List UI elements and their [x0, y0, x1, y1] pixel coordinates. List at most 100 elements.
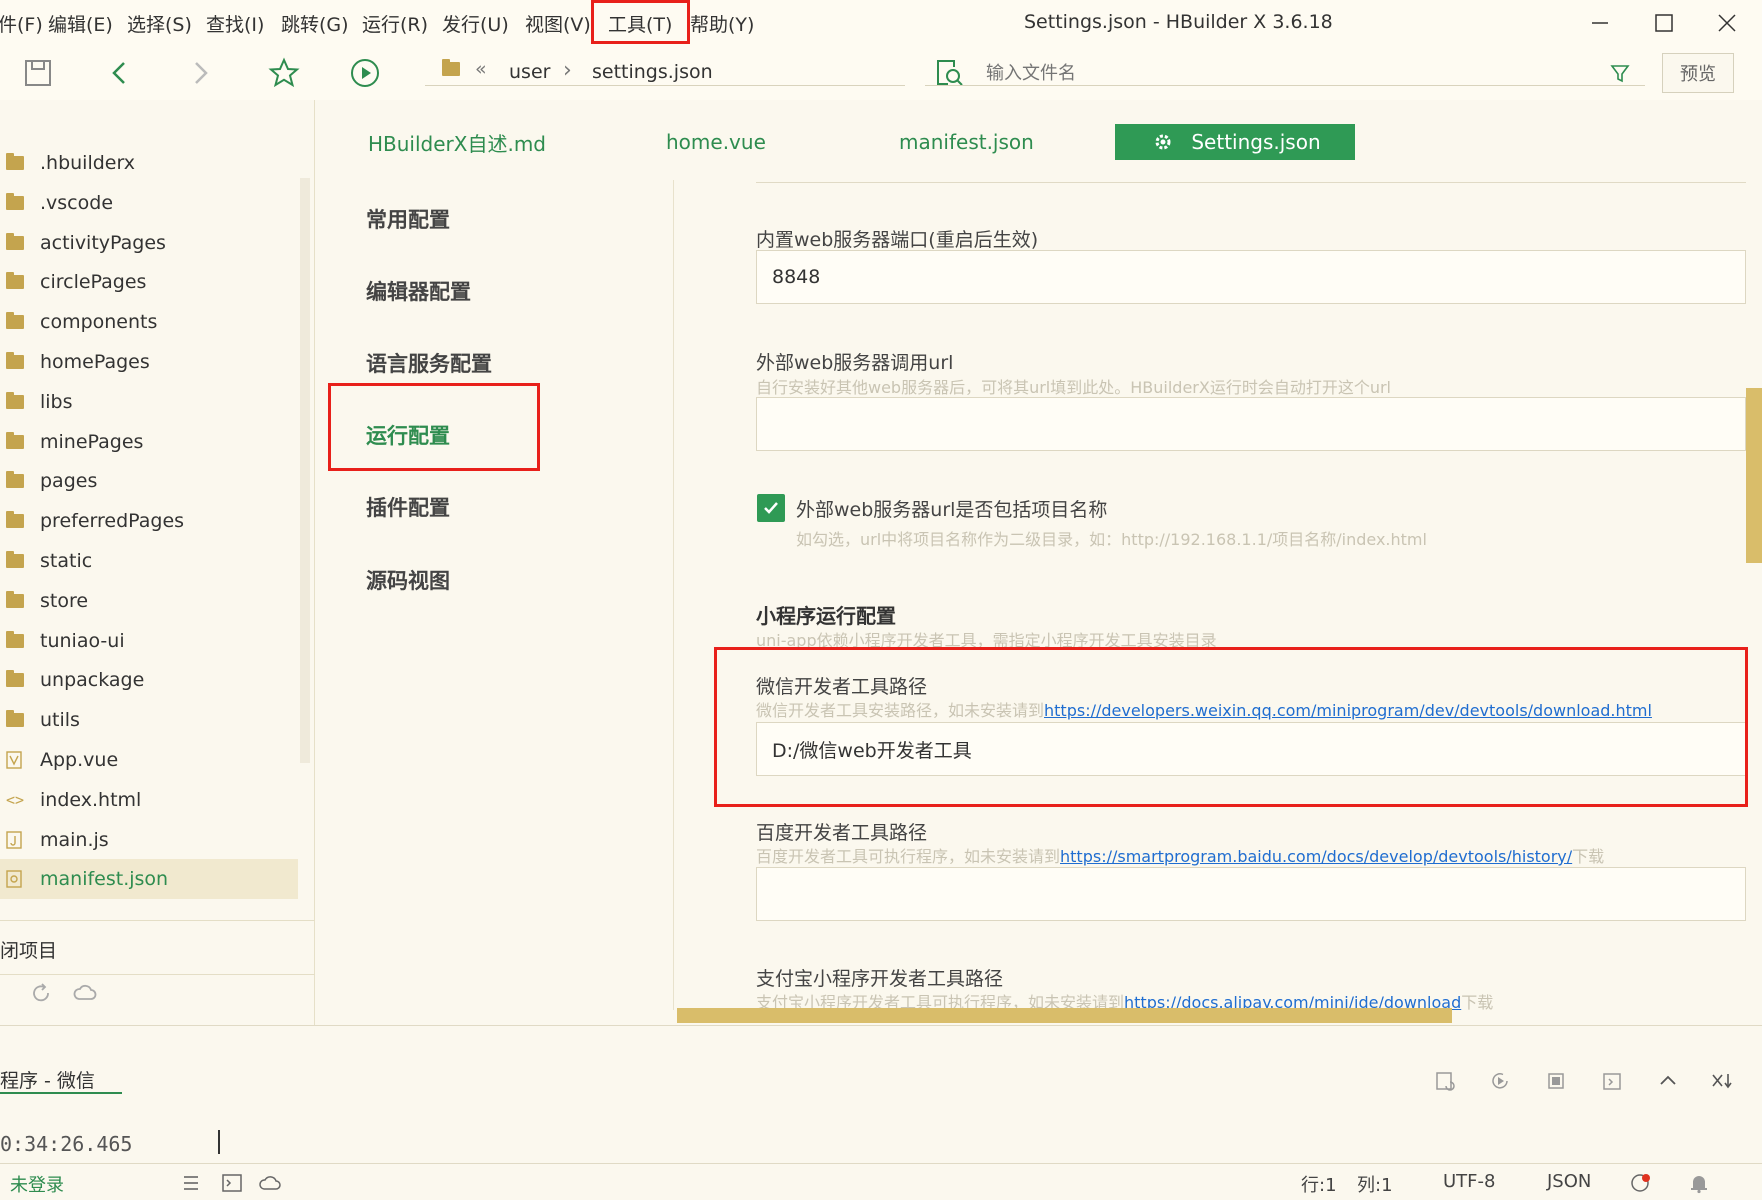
tree-item[interactable]: store — [0, 581, 298, 621]
console-rerun-button[interactable] — [1485, 1066, 1515, 1096]
tree-item[interactable]: main.js — [0, 820, 298, 860]
filter-button[interactable] — [1600, 53, 1640, 93]
breadcrumb-file[interactable]: settings.json — [592, 61, 713, 83]
settings-nav-source-view[interactable]: 源码视图 — [366, 565, 450, 595]
menu-find[interactable]: 查找(I) — [206, 10, 264, 37]
file-encoding[interactable]: UTF-8 — [1443, 1171, 1495, 1192]
console-clear-button[interactable] — [1430, 1066, 1460, 1096]
tree-item-label: unpackage — [40, 669, 145, 692]
vue-file-icon — [6, 751, 28, 769]
tree-item[interactable]: pages — [0, 461, 298, 501]
sidebar-scrollbar[interactable] — [300, 178, 310, 763]
baidu-download-link[interactable]: https://smartprogram.baidu.com/docs/deve… — [1060, 847, 1572, 866]
tree-item[interactable]: static — [0, 541, 298, 581]
folder-icon — [6, 272, 28, 290]
menu-bar: 件(F) 编辑(E) 选择(S) 查找(I) 跳转(G) 运行(R) 发行(U)… — [0, 0, 1762, 45]
cloud-status-button[interactable] — [258, 1172, 282, 1194]
tree-item[interactable]: minePages — [0, 422, 298, 462]
alipay-desc-suffix: 下载 — [1461, 993, 1494, 1012]
tab-home-vue[interactable]: home.vue — [666, 124, 766, 160]
port-label: 内置web服务器端口(重启后生效) — [756, 229, 1039, 251]
tree-item[interactable]: manifest.json — [0, 859, 298, 900]
tree-item[interactable]: .vscode — [0, 183, 298, 223]
menu-select[interactable]: 选择(S) — [127, 10, 192, 37]
settings-nav-general[interactable]: 常用配置 — [366, 204, 450, 234]
tab-settings-json[interactable]: Settings.json — [1115, 124, 1355, 160]
file-search-button[interactable] — [930, 53, 970, 93]
menu-view[interactable]: 视图(V) — [525, 10, 591, 37]
forward-button[interactable] — [180, 53, 220, 93]
menu-file[interactable]: 件(F) — [0, 10, 43, 37]
tree-item[interactable]: <> index.html — [0, 780, 298, 820]
tree-item[interactable]: preferredPages — [0, 501, 298, 541]
favorite-button[interactable] — [264, 53, 304, 93]
tab-manifest-json[interactable]: manifest.json — [899, 124, 1034, 160]
breadcrumb-back-icon[interactable]: « — [475, 58, 487, 80]
port-input[interactable]: 8848 — [756, 250, 1746, 304]
settings-nav-run[interactable]: 运行配置 — [366, 420, 450, 450]
breadcrumb-user[interactable]: user — [509, 61, 550, 83]
folder-icon — [6, 710, 28, 728]
tree-item[interactable]: unpackage — [0, 660, 298, 700]
json-file-icon — [6, 870, 28, 889]
baidu-desc-suffix: 下载 — [1572, 847, 1605, 866]
alipay-path-label: 支付宝小程序开发者工具路径 — [756, 968, 1004, 990]
menu-publish[interactable]: 发行(U) — [442, 10, 509, 37]
console-tab-wechat[interactable]: 程序 - 微信 — [0, 1066, 95, 1093]
folder-icon — [6, 391, 28, 409]
login-status[interactable]: 未登录 — [10, 1171, 64, 1197]
external-url-input[interactable] — [756, 397, 1746, 451]
baidu-desc-text: 百度开发者工具可执行程序，如未安装请到 — [756, 847, 1061, 866]
wechat-desc-text: 微信开发者工具安装路径，如未安装请到 — [756, 701, 1045, 720]
tree-item[interactable]: circlePages — [0, 262, 298, 302]
account-button[interactable] — [1630, 1172, 1652, 1194]
cursor-row[interactable]: 行:1 — [1301, 1171, 1337, 1197]
tree-item[interactable]: libs — [0, 382, 298, 422]
tree-item[interactable]: homePages — [0, 342, 298, 382]
settings-nav-plugins[interactable]: 插件配置 — [366, 492, 450, 522]
run-button[interactable] — [345, 53, 385, 93]
menu-edit[interactable]: 编辑(E) — [48, 10, 113, 37]
console-close-button[interactable] — [1707, 1066, 1737, 1096]
tree-item[interactable]: components — [0, 302, 298, 342]
refresh-cloud-button[interactable] — [28, 980, 54, 1006]
notification-button[interactable] — [1688, 1172, 1710, 1194]
cloud-button[interactable] — [72, 980, 98, 1006]
tree-item[interactable]: tuniao-ui — [0, 621, 298, 661]
tree-item[interactable]: activityPages — [0, 223, 298, 263]
baidu-path-input[interactable] — [756, 867, 1746, 921]
close-project-link[interactable]: 闭项目 — [0, 936, 57, 963]
back-button[interactable] — [100, 53, 140, 93]
settings-vertical-scrollbar[interactable] — [1746, 388, 1762, 563]
terminal-button[interactable] — [221, 1172, 243, 1194]
outline-button[interactable] — [180, 1172, 202, 1194]
console-export-button[interactable] — [1597, 1066, 1627, 1096]
include-project-name-checkbox[interactable] — [757, 494, 785, 522]
settings-horizontal-scrollbar[interactable] — [677, 1008, 1452, 1023]
maximize-button[interactable] — [1634, 0, 1694, 45]
console-stop-button[interactable] — [1541, 1066, 1571, 1096]
menu-run[interactable]: 运行(R) — [362, 10, 428, 37]
cursor-col[interactable]: 列:1 — [1357, 1171, 1393, 1197]
wechat-path-input[interactable]: D:/微信web开发者工具 — [756, 722, 1746, 776]
menu-help[interactable]: 帮助(Y) — [690, 10, 754, 37]
tree-item[interactable]: App.vue — [0, 740, 298, 780]
include-project-name-label[interactable]: 外部web服务器url是否包括项目名称 — [796, 495, 1107, 522]
tree-item[interactable]: .hbuilderx — [0, 143, 298, 183]
tree-item-label: main.js — [40, 828, 109, 851]
console-collapse-button[interactable] — [1653, 1066, 1683, 1096]
tab-readme[interactable]: HBuilderX自述.md — [368, 124, 546, 160]
language-mode[interactable]: JSON — [1547, 1171, 1591, 1192]
minimize-button[interactable] — [1570, 0, 1630, 45]
preview-button[interactable]: 预览 — [1662, 53, 1734, 93]
tree-item[interactable]: utils — [0, 700, 298, 740]
wechat-download-link[interactable]: https://developers.weixin.qq.com/minipro… — [1044, 701, 1652, 720]
folder-icon — [6, 630, 28, 648]
save-button[interactable] — [18, 53, 58, 93]
settings-nav-language-service[interactable]: 语言服务配置 — [366, 348, 492, 378]
menu-goto[interactable]: 跳转(G) — [281, 10, 349, 37]
settings-nav-editor[interactable]: 编辑器配置 — [366, 276, 471, 306]
wechat-path-label: 微信开发者工具路径 — [756, 676, 928, 698]
menu-tools[interactable]: 工具(T) — [608, 10, 672, 37]
close-button[interactable] — [1697, 0, 1757, 45]
